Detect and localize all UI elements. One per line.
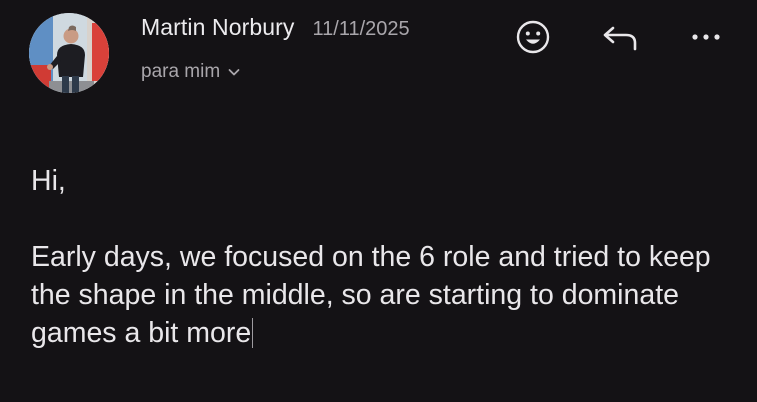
more-horizontal-icon [692,34,720,40]
message-body[interactable]: Hi, Early days, we focused on the 6 role… [31,162,731,352]
message-paragraph-wrap: Early days, we focused on the 6 role and… [31,238,731,352]
message-date: 11/11/2025 [312,18,410,40]
sender-avatar[interactable] [29,13,109,93]
avatar-photo-icon [29,13,109,93]
text-cursor [252,318,254,348]
recipient-label: para mim [141,61,221,82]
message-greeting: Hi, [31,165,66,197]
more-options-button[interactable] [684,17,728,57]
react-button[interactable] [513,17,553,57]
smiley-icon [516,20,550,54]
recipient-toggle[interactable]: para mim [141,61,240,83]
sender-name[interactable]: Martin Norbury [141,14,295,41]
chevron-down-icon [228,68,240,77]
reply-button[interactable] [598,17,642,57]
sender-info: Martin Norbury 11/11/2025 [141,14,410,46]
message-paragraph: Early days, we focused on the 6 role and… [31,241,711,349]
reply-arrow-icon [603,26,637,51]
